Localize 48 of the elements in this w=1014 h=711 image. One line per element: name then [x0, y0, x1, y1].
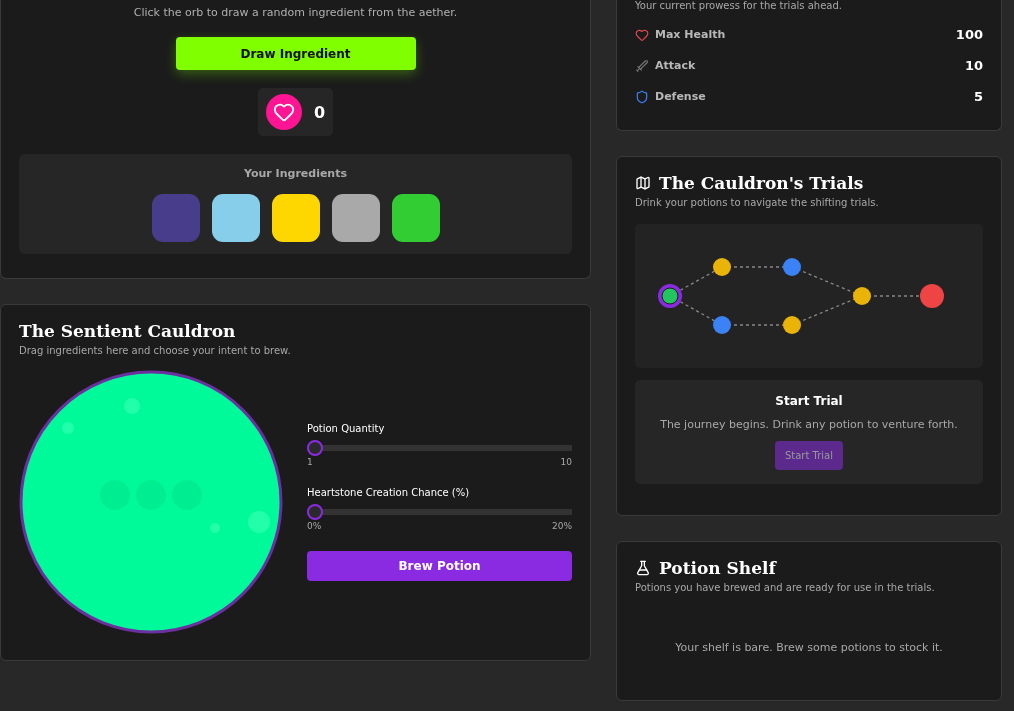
slider-thumb[interactable] — [307, 504, 323, 520]
map-icon — [635, 175, 651, 191]
flask-icon — [635, 560, 651, 576]
shield-icon — [635, 89, 649, 104]
heart-icon — [635, 27, 649, 42]
trial-title: Start Trial — [775, 394, 843, 408]
slider-thumb[interactable] — [307, 440, 323, 456]
sword-icon — [635, 58, 649, 73]
stat-value: 100 — [955, 27, 983, 42]
slider-label: Potion Quantity — [307, 423, 386, 434]
slider-min: 0% — [307, 521, 322, 531]
cauldron-drawing[interactable] — [19, 370, 283, 634]
stat-label: Max Health — [655, 28, 727, 41]
stat-label: Attack — [655, 59, 697, 72]
brew-potion-button[interactable]: Brew Potion — [307, 551, 572, 581]
shelf-title: Potion Shelf — [659, 558, 776, 578]
stat-label: Defense — [655, 90, 707, 103]
cauldron-subtitle: Drag ingredients here and choose your intent to brew. — [19, 345, 292, 356]
stat-value: 10 — [964, 58, 983, 73]
trial-node[interactable] — [713, 258, 731, 276]
trial-node[interactable] — [853, 287, 871, 305]
slider-max: 10 — [560, 457, 572, 467]
slider-max: 20% — [552, 521, 572, 531]
heart-icon — [272, 101, 295, 123]
ingredient-swatch[interactable] — [331, 194, 380, 242]
cauldron-title: The Sentient Cauldron — [19, 321, 237, 341]
slider-min: 1 — [307, 457, 313, 467]
trial-text: The journey begins. Drink any potion to venture forth. — [660, 418, 958, 431]
ingredient-swatch[interactable] — [391, 194, 440, 242]
trials-title: The Cauldron's Trials — [659, 173, 864, 193]
trial-node[interactable] — [783, 316, 801, 334]
ingredient-swatch[interactable] — [151, 194, 200, 242]
heartstone-count: 0 — [313, 102, 326, 122]
hint-text: Click the orb to draw a random ingredient from the aether. — [133, 6, 458, 19]
empty-shelf-text: Your shelf is bare. Brew some potions to stock it. — [674, 641, 944, 654]
stat-value: 5 — [973, 89, 983, 104]
trial-node[interactable] — [658, 284, 682, 308]
ingredient-swatch[interactable] — [211, 194, 260, 242]
trial-node[interactable] — [920, 284, 944, 308]
ingredients-title: Your Ingredients — [244, 167, 347, 180]
trials-subtitle: Drink your potions to navigate the shifting trials. — [635, 197, 880, 208]
trial-node[interactable] — [783, 258, 801, 276]
ingredient-swatch[interactable] — [271, 194, 320, 242]
slider-label: Heartstone Creation Chance (%) — [307, 487, 471, 498]
trial-node[interactable] — [713, 316, 731, 334]
draw-ingredient-button[interactable]: Draw Ingredient — [175, 37, 416, 70]
shelf-subtitle: Potions you have brewed and are ready for use in the trials. — [635, 582, 936, 593]
stats-subtitle: Your current prowess for the trials ahead. — [635, 0, 843, 11]
